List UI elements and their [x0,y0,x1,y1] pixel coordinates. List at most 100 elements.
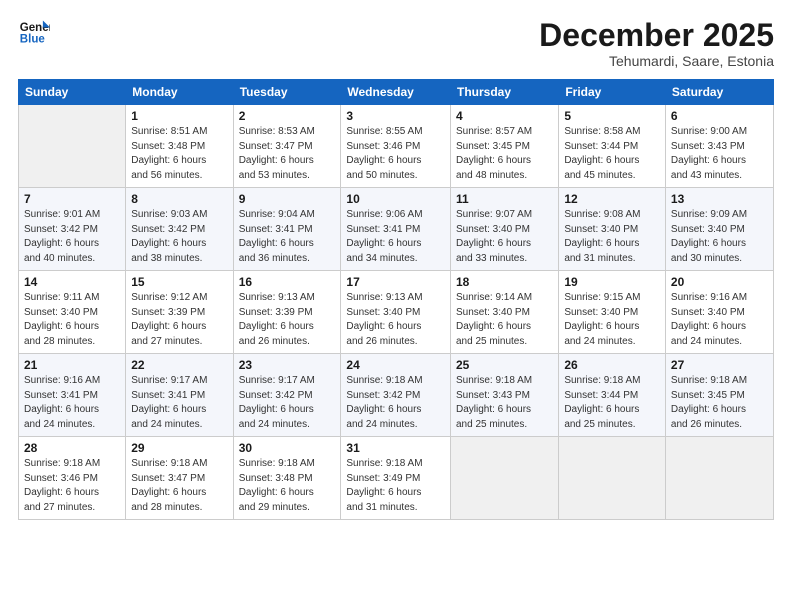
day-info: Sunrise: 9:18 AMSunset: 3:43 PMDaylight:… [456,374,553,432]
col-tuesday: Tuesday [233,80,341,105]
calendar-week-row: 14Sunrise: 9:11 AMSunset: 3:40 PMDayligh… [19,271,774,354]
day-info: Sunrise: 9:18 AMSunset: 3:42 PMDaylight:… [346,374,445,432]
day-number: 12 [564,192,660,206]
table-row: 21 Sunrise: 9:16 AMSunset: 3:41 PMDayligh… [19,354,126,437]
table-row [450,437,558,520]
table-row: 15Sunrise: 9:12 AMSunset: 3:39 PMDayligh… [126,271,233,354]
day-number: 20 [671,275,768,289]
table-row: 12 Sunrise: 9:08 AMSunset: 3:40 PMDayligh… [559,188,666,271]
day-number: 18 [456,275,553,289]
day-info: Sunrise: 9:16 AMSunset: 3:40 PMDaylight:… [671,291,768,349]
table-row: 11 Sunrise: 9:07 AMSunset: 3:40 PMDayligh… [450,188,558,271]
col-saturday: Saturday [665,80,773,105]
table-row: 5Sunrise: 8:58 AMSunset: 3:44 PMDaylight… [559,105,666,188]
day-number: 11 [456,192,553,206]
table-row: 17 Sunrise: 9:13 AMSunset: 3:40 PMDayligh… [341,271,451,354]
table-row: 4 Sunrise: 8:57 AMSunset: 3:45 PMDaylight… [450,105,558,188]
day-info: Sunrise: 9:18 AMSunset: 3:45 PMDaylight:… [671,374,768,432]
title-block: December 2025 Tehumardi, Saare, Estonia [539,18,774,69]
day-number: 17 [346,275,445,289]
table-row: 24 Sunrise: 9:18 AMSunset: 3:42 PMDayligh… [341,354,451,437]
col-monday: Monday [126,80,233,105]
day-number: 29 [131,441,227,455]
day-number: 10 [346,192,445,206]
table-row: 16 Sunrise: 9:13 AMSunset: 3:39 PMDayligh… [233,271,341,354]
table-row: 29 Sunrise: 9:18 AMSunset: 3:47 PMDayligh… [126,437,233,520]
day-info: Sunrise: 9:18 AMSunset: 3:47 PMDaylight:… [131,457,227,515]
table-row: 9Sunrise: 9:04 AMSunset: 3:41 PMDaylight… [233,188,341,271]
svg-text:Blue: Blue [20,34,46,46]
day-info: Sunrise: 9:03 AMSunset: 3:42 PMDaylight:… [131,208,227,266]
calendar-week-row: 28 Sunrise: 9:18 AMSunset: 3:46 PMDayligh… [19,437,774,520]
day-number: 4 [456,109,553,123]
table-row: 18 Sunrise: 9:14 AMSunset: 3:40 PMDayligh… [450,271,558,354]
table-row: 27 Sunrise: 9:18 AMSunset: 3:45 PMDayligh… [665,354,773,437]
day-info: Sunrise: 9:18 AMSunset: 3:46 PMDaylight:… [24,457,120,515]
day-number: 21 [24,358,120,372]
table-row: 20 Sunrise: 9:16 AMSunset: 3:40 PMDayligh… [665,271,773,354]
table-row: 19 Sunrise: 9:15 AMSunset: 3:40 PMDayligh… [559,271,666,354]
calendar-week-row: 21 Sunrise: 9:16 AMSunset: 3:41 PMDayligh… [19,354,774,437]
table-row: 3 Sunrise: 8:55 AMSunset: 3:46 PMDaylight… [341,105,451,188]
day-info: Sunrise: 9:14 AMSunset: 3:40 PMDaylight:… [456,291,553,349]
day-number: 25 [456,358,553,372]
day-number: 23 [239,358,336,372]
table-row: 2Sunrise: 8:53 AMSunset: 3:47 PMDaylight… [233,105,341,188]
day-number: 14 [24,275,120,289]
day-number: 19 [564,275,660,289]
day-number: 16 [239,275,336,289]
day-info: Sunrise: 9:16 AMSunset: 3:41 PMDaylight:… [24,374,120,432]
table-row: 22Sunrise: 9:17 AMSunset: 3:41 PMDayligh… [126,354,233,437]
table-row: 10 Sunrise: 9:06 AMSunset: 3:41 PMDayligh… [341,188,451,271]
table-row: 14Sunrise: 9:11 AMSunset: 3:40 PMDayligh… [19,271,126,354]
day-info: Sunrise: 9:13 AMSunset: 3:40 PMDaylight:… [346,291,445,349]
col-friday: Friday [559,80,666,105]
day-info: Sunrise: 9:00 AMSunset: 3:43 PMDaylight:… [671,125,768,183]
table-row: 31Sunrise: 9:18 AMSunset: 3:49 PMDayligh… [341,437,451,520]
table-row: 8 Sunrise: 9:03 AMSunset: 3:42 PMDaylight… [126,188,233,271]
day-number: 8 [131,192,227,206]
day-number: 2 [239,109,336,123]
day-number: 3 [346,109,445,123]
table-row: 25 Sunrise: 9:18 AMSunset: 3:43 PMDayligh… [450,354,558,437]
day-number: 24 [346,358,445,372]
calendar-week-row: 1Sunrise: 8:51 AMSunset: 3:48 PMDaylight… [19,105,774,188]
table-row [559,437,666,520]
day-info: Sunrise: 9:06 AMSunset: 3:41 PMDaylight:… [346,208,445,266]
day-info: Sunrise: 9:01 AMSunset: 3:42 PMDaylight:… [24,208,120,266]
page: General Blue December 2025 Tehumardi, Sa… [0,0,792,612]
calendar-table: Sunday Monday Tuesday Wednesday Thursday… [18,79,774,520]
calendar-header-row: Sunday Monday Tuesday Wednesday Thursday… [19,80,774,105]
day-number: 5 [564,109,660,123]
table-row [19,105,126,188]
day-number: 6 [671,109,768,123]
table-row: 13Sunrise: 9:09 AMSunset: 3:40 PMDayligh… [665,188,773,271]
col-sunday: Sunday [19,80,126,105]
day-number: 27 [671,358,768,372]
day-info: Sunrise: 8:55 AMSunset: 3:46 PMDaylight:… [346,125,445,183]
day-info: Sunrise: 9:18 AMSunset: 3:44 PMDaylight:… [564,374,660,432]
logo: General Blue [18,18,50,46]
table-row: 28 Sunrise: 9:18 AMSunset: 3:46 PMDayligh… [19,437,126,520]
day-number: 15 [131,275,227,289]
table-row [665,437,773,520]
day-number: 28 [24,441,120,455]
table-row: 26Sunrise: 9:18 AMSunset: 3:44 PMDayligh… [559,354,666,437]
day-info: Sunrise: 9:15 AMSunset: 3:40 PMDaylight:… [564,291,660,349]
day-number: 30 [239,441,336,455]
day-info: Sunrise: 9:08 AMSunset: 3:40 PMDaylight:… [564,208,660,266]
table-row: 1Sunrise: 8:51 AMSunset: 3:48 PMDaylight… [126,105,233,188]
day-info: Sunrise: 9:04 AMSunset: 3:41 PMDaylight:… [239,208,336,266]
col-wednesday: Wednesday [341,80,451,105]
header: General Blue December 2025 Tehumardi, Sa… [18,18,774,69]
table-row: 23Sunrise: 9:17 AMSunset: 3:42 PMDayligh… [233,354,341,437]
day-info: Sunrise: 9:18 AMSunset: 3:49 PMDaylight:… [346,457,445,515]
day-info: Sunrise: 9:07 AMSunset: 3:40 PMDaylight:… [456,208,553,266]
logo-icon: General Blue [18,18,50,46]
table-row: 6 Sunrise: 9:00 AMSunset: 3:43 PMDaylight… [665,105,773,188]
day-info: Sunrise: 8:57 AMSunset: 3:45 PMDaylight:… [456,125,553,183]
table-row: 7Sunrise: 9:01 AMSunset: 3:42 PMDaylight… [19,188,126,271]
table-row: 30Sunrise: 9:18 AMSunset: 3:48 PMDayligh… [233,437,341,520]
day-info: Sunrise: 9:13 AMSunset: 3:39 PMDaylight:… [239,291,336,349]
day-number: 13 [671,192,768,206]
